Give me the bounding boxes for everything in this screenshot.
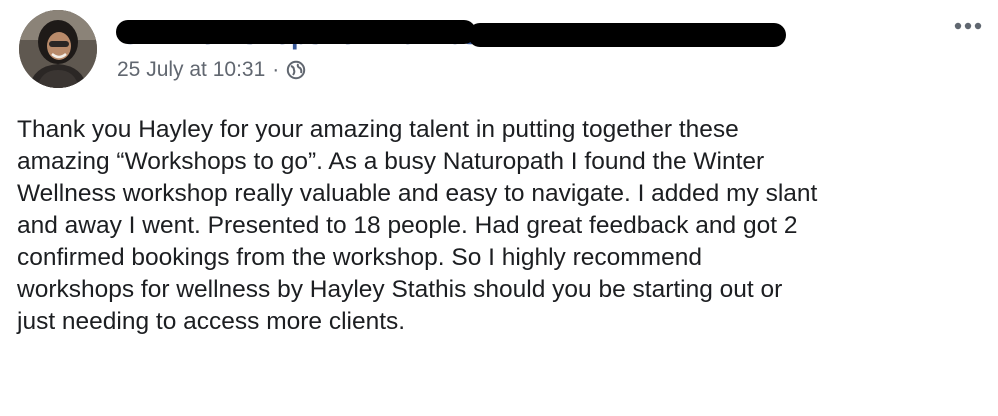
more-options-button[interactable] bbox=[950, 14, 990, 38]
post-text-line: just needing to access more clients. bbox=[17, 308, 406, 335]
post-text-line: workshops for wellness by Hayley Stathis… bbox=[17, 276, 783, 303]
author-name-link[interactable]: C… Workshops for Wellness bbox=[116, 14, 806, 50]
avatar[interactable] bbox=[19, 10, 97, 88]
post-meta: 25 July at 10:31 · bbox=[117, 56, 306, 84]
post-text-line: Wellness workshop really valuable and ea… bbox=[17, 180, 818, 207]
post-timestamp[interactable]: 25 July at 10:31 bbox=[117, 58, 265, 82]
globe-icon[interactable] bbox=[286, 60, 306, 80]
post-text-line: amazing “Workshops to go”. As a busy Nat… bbox=[17, 148, 765, 175]
post-text-line: and away I went. Presented to 18 people.… bbox=[17, 212, 798, 239]
post-card: C… Workshops for Wellness 25 July at 10:… bbox=[0, 0, 998, 416]
more-options-icon bbox=[954, 22, 982, 30]
meta-separator: · bbox=[272, 58, 280, 81]
post-body: Thank you Hayley for your amazing talent… bbox=[17, 114, 987, 338]
post-text-line: Thank you Hayley for your amazing talent… bbox=[17, 116, 739, 143]
profile-photo-image bbox=[19, 10, 97, 88]
post-text-line: confirmed bookings from the workshop. So… bbox=[17, 244, 702, 271]
redaction-bar bbox=[116, 20, 476, 44]
redaction-bar bbox=[468, 23, 786, 47]
